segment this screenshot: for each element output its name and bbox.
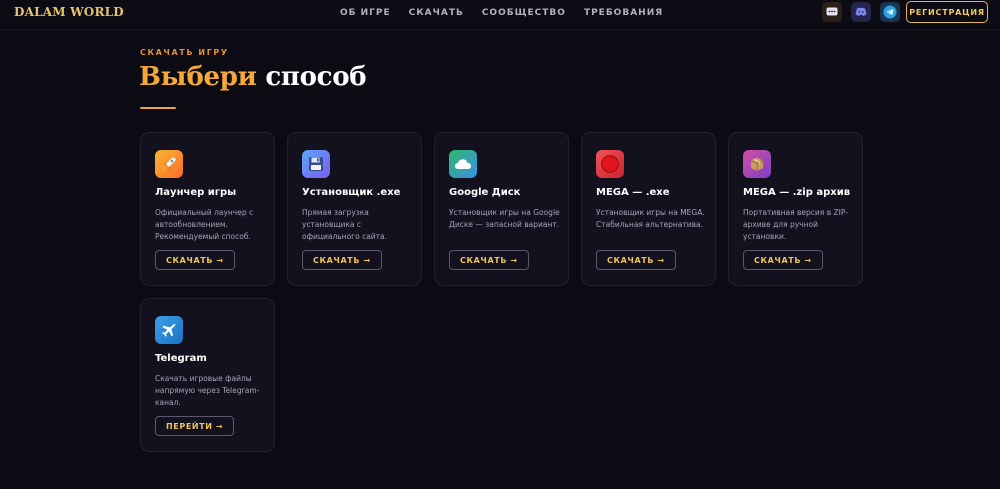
- page-title: Выбери способ: [139, 62, 367, 92]
- download-button[interactable]: СКАЧАТЬ →: [596, 250, 676, 270]
- title-accent: Выбери: [139, 62, 257, 92]
- download-button[interactable]: СКАЧАТЬ →: [449, 250, 529, 270]
- telegram-icon[interactable]: [880, 2, 900, 22]
- telegram-go-button[interactable]: ПЕРЕЙТИ →: [155, 416, 235, 436]
- floppy-disk-icon: [302, 150, 330, 178]
- download-option-card: Установщик .exe Прямая загрузка установщ…: [287, 132, 422, 286]
- package-icon: [743, 150, 771, 178]
- rocket-icon: [155, 150, 183, 178]
- register-button[interactable]: РЕГИСТРАЦИЯ: [906, 1, 988, 23]
- top-header: DALAM WORLD ОБ ИГРЕ СКАЧАТЬ СООБЩЕСТВО Т…: [0, 0, 1000, 30]
- card-title: Telegram: [155, 353, 207, 364]
- nav-download[interactable]: СКАЧАТЬ: [409, 8, 464, 18]
- download-option-card: Telegram Скачать игровые файлы напрямую …: [140, 298, 275, 452]
- discord-icon[interactable]: [851, 2, 871, 22]
- download-option-card: Google Диск Установщик игры на Google Ди…: [434, 132, 569, 286]
- card-title: Установщик .exe: [302, 187, 401, 198]
- card-title: Лаунчер игры: [155, 187, 237, 198]
- card-title: MEGA — .zip архив: [743, 187, 851, 198]
- download-option-card: Лаунчер игры Официальный лаунчер с автоо…: [140, 132, 275, 286]
- logo[interactable]: DALAM WORLD: [14, 5, 124, 19]
- card-description: Официальный лаунчер с автообновлением. Р…: [155, 208, 254, 242]
- download-option-card: MEGA — .zip архив Портативная версия в Z…: [728, 132, 863, 286]
- title-rest: способ: [265, 62, 367, 92]
- nav-about[interactable]: ОБ ИГРЕ: [340, 8, 391, 18]
- card-description: Установщик игры на Google Диске — запасн…: [449, 208, 560, 230]
- download-button[interactable]: СКАЧАТЬ →: [743, 250, 823, 270]
- nav-requirements[interactable]: ТРЕБОВАНИЯ: [584, 8, 663, 18]
- social-links: [822, 2, 900, 22]
- download-button[interactable]: СКАЧАТЬ →: [302, 250, 382, 270]
- chat-icon[interactable]: [822, 2, 842, 22]
- nav-community[interactable]: СООБЩЕСТВО: [482, 8, 566, 18]
- main-nav: ОБ ИГРЕ СКАЧАТЬ СООБЩЕСТВО ТРЕБОВАНИЯ: [340, 8, 663, 18]
- download-button[interactable]: СКАЧАТЬ →: [155, 250, 235, 270]
- card-description: Установщик игры на MEGA. Стабильная альт…: [596, 208, 705, 230]
- card-description: Портативная версия в ZIP-архиве для ручн…: [743, 208, 848, 242]
- section-eyebrow: СКАЧАТЬ ИГРУ: [140, 48, 229, 57]
- card-description: Прямая загрузка установщика с официально…: [302, 208, 388, 242]
- title-underline: [140, 107, 176, 109]
- card-title: Google Диск: [449, 187, 521, 198]
- card-description: Скачать игровые файлы напрямую через Tel…: [155, 374, 260, 408]
- red-circle-icon: [596, 150, 624, 178]
- download-option-card: MEGA — .exe Установщик игры на MEGA. Ста…: [581, 132, 716, 286]
- card-title: MEGA — .exe: [596, 187, 670, 198]
- airplane-icon: [155, 316, 183, 344]
- cloud-icon: [449, 150, 477, 178]
